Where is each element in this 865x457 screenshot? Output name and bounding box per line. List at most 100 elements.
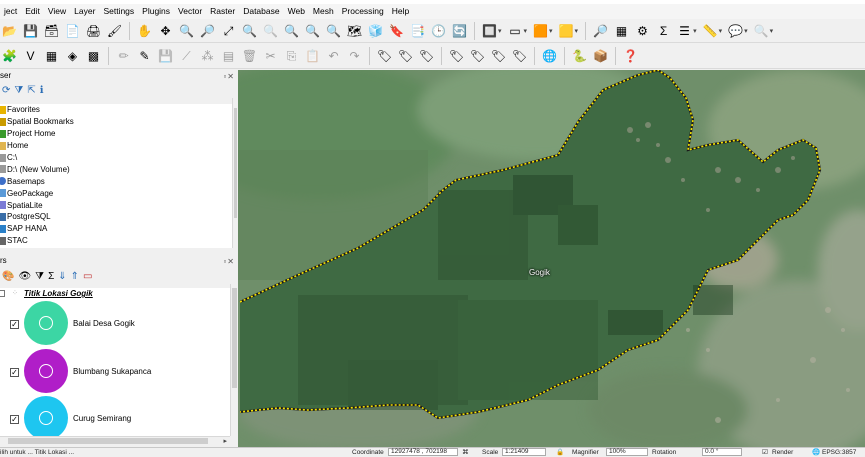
- zoom-native-icon[interactable]: 🔍: [282, 21, 301, 40]
- change-label-icon[interactable]: 🏷: [510, 47, 529, 66]
- menu-settings[interactable]: Settings: [99, 4, 138, 19]
- menu-view[interactable]: View: [44, 4, 70, 19]
- browser-item-d-drive[interactable]: D:\ (New Volume): [0, 163, 232, 175]
- expand-all-icon[interactable]: ⇓: [58, 271, 66, 282]
- zoom-last-icon[interactable]: 🔍: [303, 21, 322, 40]
- zoom-in-icon[interactable]: 🔍: [177, 21, 196, 40]
- save-project-icon[interactable]: 💾: [21, 21, 40, 40]
- legend-entry-checkbox[interactable]: ✓: [10, 368, 19, 377]
- layout-manager-icon[interactable]: 🖨: [84, 21, 103, 40]
- label-pin-icon[interactable]: 🏷: [417, 47, 436, 66]
- browser-item-basemaps[interactable]: Basemaps: [0, 175, 232, 187]
- new-print-layout-icon[interactable]: 📄: [63, 21, 82, 40]
- save-edits-icon[interactable]: 💾: [156, 47, 175, 66]
- collapse-all-icon[interactable]: ⇱: [27, 85, 35, 96]
- layers-horizontal-scrollbar[interactable]: ▸: [0, 436, 230, 445]
- toggle-editing-icon[interactable]: ✎: [135, 47, 154, 66]
- panel-float-close-icon[interactable]: ▫✕: [223, 256, 235, 268]
- legend-entry[interactable]: ✓ Curug Semirang: [0, 395, 230, 436]
- menu-web[interactable]: Web: [284, 4, 309, 19]
- browser-item-stac[interactable]: STAC: [0, 235, 232, 247]
- zoom-full-icon[interactable]: ⤢: [219, 21, 238, 40]
- menu-edit[interactable]: Edit: [21, 4, 44, 19]
- style-manager-icon[interactable]: 🖌: [105, 21, 124, 40]
- label-toolbar-icon[interactable]: 🏷: [375, 47, 394, 66]
- legend-entry[interactable]: ✓ Balai Desa Gogik: [0, 300, 230, 348]
- new-3d-view-icon[interactable]: 🧊: [366, 21, 385, 40]
- cut-features-icon[interactable]: ✂: [261, 47, 280, 66]
- zoom-out-icon[interactable]: 🔎: [198, 21, 217, 40]
- menu-vector[interactable]: Vector: [174, 4, 206, 19]
- identify-features-icon[interactable]: 🔲: [480, 21, 499, 40]
- info-icon[interactable]: ℹ: [40, 85, 44, 96]
- menu-project[interactable]: ject: [0, 4, 21, 19]
- filter-by-expression-icon[interactable]: Σ: [48, 271, 54, 282]
- chevron-down-icon[interactable]: ▾: [719, 27, 723, 35]
- panel-float-close-icon[interactable]: ▫✕: [223, 71, 235, 83]
- zoom-selection-icon[interactable]: 🔍: [240, 21, 259, 40]
- copy-features-icon[interactable]: ⎘: [282, 47, 301, 66]
- chevron-right-icon[interactable]: ▸: [223, 437, 227, 445]
- chevron-down-icon[interactable]: ▾: [744, 27, 748, 35]
- statistics-icon[interactable]: Σ: [654, 21, 673, 40]
- chevron-down-icon[interactable]: ▾: [575, 27, 579, 35]
- chevron-down-icon[interactable]: ▾: [524, 27, 528, 35]
- collapse-all-icon[interactable]: ⇑: [71, 271, 79, 282]
- browser-item-project-home[interactable]: Project Home: [0, 128, 232, 140]
- delete-selected-icon[interactable]: 🗑: [240, 47, 259, 66]
- browser-item-spatial-bookmarks[interactable]: Spatial Bookmarks: [0, 116, 232, 128]
- browser-item-spatialite[interactable]: SpatiaLite: [0, 199, 232, 211]
- undo-icon[interactable]: ↶: [324, 47, 343, 66]
- chevron-down-icon[interactable]: ▾: [549, 27, 553, 35]
- select-features-icon[interactable]: ▭: [506, 21, 525, 40]
- pan-to-selection-icon[interactable]: ✥: [156, 21, 175, 40]
- scrollbar-thumb[interactable]: [232, 288, 237, 388]
- scale-field[interactable]: 1:21409: [502, 448, 546, 456]
- menu-help[interactable]: Help: [388, 4, 413, 19]
- pan-icon[interactable]: ✋: [135, 21, 154, 40]
- menu-layer[interactable]: Layer: [70, 4, 99, 19]
- browser-item-favorites[interactable]: Favorites: [0, 104, 232, 116]
- add-mesh-layer-icon[interactable]: ◈: [63, 47, 82, 66]
- attribute-table-icon[interactable]: ▦: [612, 21, 631, 40]
- add-group-icon[interactable]: 👁: [18, 271, 31, 282]
- show-bookmarks-icon[interactable]: 📑: [408, 21, 427, 40]
- chevron-down-icon[interactable]: ▾: [498, 27, 502, 35]
- current-edits-icon[interactable]: ✏: [114, 47, 133, 66]
- plugin-globe-icon[interactable]: 🌐: [540, 47, 559, 66]
- menu-mesh[interactable]: Mesh: [309, 4, 338, 19]
- legend-entry-checkbox[interactable]: ✓: [10, 415, 19, 424]
- browser-item-c-drive[interactable]: C:\: [0, 152, 232, 164]
- help-icon[interactable]: ❓: [621, 47, 640, 66]
- layer-group-checkbox[interactable]: [0, 290, 5, 297]
- zoom-layer-icon[interactable]: 🔍: [261, 21, 280, 40]
- legend-entry-checkbox[interactable]: ✓: [10, 320, 19, 329]
- menu-plugins[interactable]: Plugins: [138, 4, 174, 19]
- browser-item-home[interactable]: Home: [0, 140, 232, 152]
- python-console-icon[interactable]: 🐍: [570, 47, 589, 66]
- deselect-features-icon[interactable]: 🟧: [531, 21, 550, 40]
- menu-processing[interactable]: Processing: [338, 4, 388, 19]
- menu-database[interactable]: Database: [239, 4, 283, 19]
- save-as-icon[interactable]: 🗃: [42, 21, 61, 40]
- open-project-icon[interactable]: 📂: [0, 21, 19, 40]
- map-canvas[interactable]: Gogik: [238, 70, 865, 447]
- legend-entry[interactable]: ✓ Blumbang Sukapanca: [0, 348, 230, 396]
- field-calculator-icon[interactable]: ☰: [675, 21, 694, 40]
- magnifier-field[interactable]: 100%: [606, 448, 648, 456]
- label-style-icon[interactable]: 🏷: [396, 47, 415, 66]
- digitize-icon[interactable]: ⟋: [177, 47, 196, 66]
- redo-icon[interactable]: ↷: [345, 47, 364, 66]
- zoom-next-icon[interactable]: 🔍: [324, 21, 343, 40]
- add-vector-layer-icon[interactable]: V: [21, 47, 40, 66]
- layers-scrollbar[interactable]: [230, 284, 238, 436]
- measure-icon[interactable]: 📏: [701, 21, 720, 40]
- filter-icon[interactable]: ⧩: [14, 85, 23, 96]
- scrollbar-thumb[interactable]: [8, 438, 208, 444]
- add-raster-layer-icon[interactable]: ▦: [42, 47, 61, 66]
- refresh-icon[interactable]: 🔄: [450, 21, 469, 40]
- browser-item-geopackage[interactable]: GeoPackage: [0, 187, 232, 199]
- coordinate-field[interactable]: 12927478 , 702198: [388, 448, 458, 456]
- remove-layer-icon[interactable]: ▭: [83, 271, 92, 282]
- vertex-tool-icon[interactable]: ⁂: [198, 47, 217, 66]
